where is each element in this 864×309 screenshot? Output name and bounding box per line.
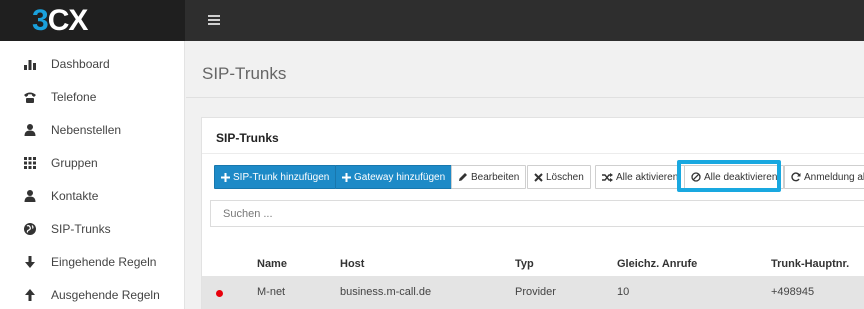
button-label: Löschen — [546, 171, 584, 183]
edit-button[interactable]: Bearbeiten — [451, 165, 527, 189]
page-header: SIP-Trunks — [186, 41, 864, 98]
button-label: Bearbeiten — [471, 171, 520, 183]
sidebar-item-label: Kontakte — [51, 188, 99, 203]
sip-trunks-panel: SIP-Trunks SIP-Trunk hinzufügen Gateway … — [201, 117, 864, 309]
column-header-simultaneous-calls[interactable]: Gleichz. Anrufe — [617, 258, 697, 270]
sidebar-item-nebenstellen[interactable]: Nebenstellen — [0, 113, 185, 146]
plus-icon — [221, 172, 230, 182]
highlight-frame — [677, 160, 781, 192]
table-header: Name Host Typ Gleichz. Anrufe Trunk-Haup… — [202, 250, 864, 276]
sidebar-item-gruppen[interactable]: Gruppen — [0, 146, 185, 179]
sidebar-item-ausgehende-regeln[interactable]: Ausgehende Regeln — [0, 278, 185, 309]
arrow-down-icon — [22, 255, 38, 269]
status-indicator-icon — [216, 290, 223, 297]
cell-name: M-net — [257, 286, 286, 298]
column-header-name[interactable]: Name — [257, 258, 287, 270]
close-icon — [534, 172, 543, 182]
cell-calls: 10 — [617, 286, 630, 298]
sidebar-item-label: Nebenstellen — [51, 122, 122, 137]
user-icon — [22, 123, 38, 137]
top-bar: 3CX — [0, 0, 864, 41]
activate-all-button[interactable]: Alle aktivieren — [595, 165, 686, 189]
sidebar-item-label: Telefone — [51, 89, 97, 104]
sidebar-item-eingehende-regeln[interactable]: Eingehende Regeln — [0, 245, 185, 278]
globe-icon — [22, 222, 38, 236]
sidebar-item-telefone[interactable]: Telefone — [0, 80, 185, 113]
page-title: SIP-Trunks — [202, 64, 287, 83]
sidebar-item-sip-trunks[interactable]: SIP-Trunks — [0, 212, 185, 245]
delete-button[interactable]: Löschen — [527, 165, 591, 189]
panel-title: SIP-Trunks — [216, 131, 279, 145]
search-input[interactable]: Suchen ... — [210, 200, 864, 227]
sidebar-item-label: Ausgehende Regeln — [51, 287, 160, 302]
cell-type: Provider — [515, 286, 556, 298]
button-label: Alle aktivieren — [616, 171, 679, 183]
cell-host: business.m-call.de — [340, 286, 432, 298]
add-gateway-button[interactable]: Gateway hinzufügen — [335, 165, 453, 189]
grid-icon — [22, 156, 38, 170]
register-button[interactable]: Anmeldung akt — [784, 165, 864, 189]
divider — [202, 153, 864, 154]
menu-toggle-icon[interactable] — [208, 15, 220, 26]
table-row[interactable]: M-net business.m-call.de Provider 10 +49… — [202, 276, 864, 309]
sidebar-item-label: SIP-Trunks — [51, 221, 111, 236]
plus-icon — [342, 172, 351, 182]
sidebar-item-label: Gruppen — [51, 155, 98, 170]
bar-chart-icon — [22, 57, 38, 71]
shuffle-icon — [602, 172, 613, 182]
column-header-type[interactable]: Typ — [515, 258, 534, 270]
refresh-icon — [791, 172, 801, 182]
sidebar-item-kontakte[interactable]: Kontakte — [0, 179, 185, 212]
column-header-host[interactable]: Host — [340, 258, 364, 270]
sidebar-item-label: Eingehende Regeln — [51, 254, 157, 269]
add-sip-trunk-button[interactable]: SIP-Trunk hinzufügen — [214, 165, 337, 189]
sidebar-item-dashboard[interactable]: Dashboard — [0, 47, 185, 80]
arrow-up-icon — [22, 288, 38, 302]
phone-icon — [22, 90, 38, 104]
logo[interactable]: 3CX — [32, 5, 88, 37]
button-label: Anmeldung akt — [804, 171, 864, 183]
button-label: SIP-Trunk hinzufügen — [233, 171, 330, 183]
user-icon — [22, 189, 38, 203]
logo-area: 3CX — [0, 0, 185, 41]
button-label: Gateway hinzufügen — [354, 171, 446, 183]
sidebar-item-label: Dashboard — [51, 56, 110, 71]
column-header-main-number[interactable]: Trunk-Hauptnr. — [771, 258, 849, 270]
cell-number: +498945 — [771, 286, 815, 298]
pencil-icon — [458, 172, 468, 182]
sidebar: Dashboard Telefone Nebenstellen Gruppen … — [0, 41, 185, 309]
